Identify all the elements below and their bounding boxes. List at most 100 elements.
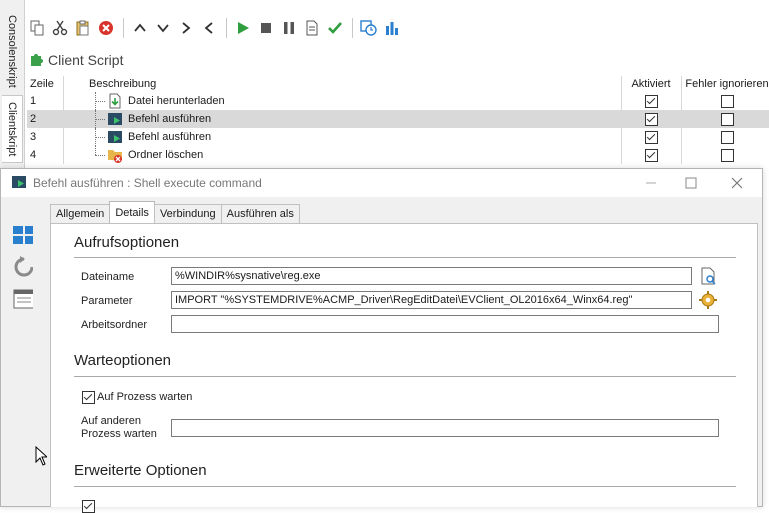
grid-divider bbox=[621, 76, 622, 164]
tab-verbindung[interactable]: Verbindung bbox=[153, 204, 222, 223]
dialog-titlebar[interactable]: Befehl ausführen : Shell execute command bbox=[1, 169, 762, 197]
toolbar-separator bbox=[352, 18, 353, 38]
arbeitsordner-label: Arbeitsordner bbox=[81, 319, 148, 331]
run-icon[interactable] bbox=[232, 17, 254, 39]
aktiviert-checkbox[interactable] bbox=[644, 148, 658, 162]
header-fehler-ignorieren[interactable]: Fehler ignorieren bbox=[685, 76, 769, 92]
fehler-ignorieren-checkbox[interactable] bbox=[720, 148, 734, 162]
windows-icon[interactable] bbox=[13, 225, 33, 245]
fehler-ignorieren-checkbox[interactable] bbox=[720, 130, 734, 144]
dateiname-label: Dateiname bbox=[81, 271, 135, 283]
indent-icon[interactable] bbox=[175, 17, 197, 39]
tab-clientskript[interactable]: Clientskript bbox=[2, 95, 23, 163]
aktiviert-cell bbox=[625, 110, 677, 128]
tab-allgemein[interactable]: Allgemein bbox=[50, 204, 111, 223]
stop-icon[interactable] bbox=[255, 17, 277, 39]
tree-connector bbox=[91, 128, 107, 146]
row-number: 4 bbox=[30, 149, 37, 161]
anderer-prozess-field[interactable] bbox=[171, 419, 719, 437]
client-script-title: Client Script bbox=[48, 52, 124, 68]
mouse-cursor-icon bbox=[35, 445, 49, 469]
row-description: Befehl ausführen bbox=[107, 128, 637, 146]
check-icon[interactable] bbox=[324, 17, 346, 39]
cut-icon[interactable] bbox=[49, 17, 71, 39]
aktiviert-cell bbox=[625, 128, 677, 146]
header-zeile[interactable]: Zeile bbox=[27, 76, 66, 92]
row-description: Datei herunterladen bbox=[107, 92, 637, 110]
fehler-ignorieren-checkbox[interactable] bbox=[720, 94, 734, 108]
paste-icon[interactable] bbox=[72, 17, 94, 39]
tab-details[interactable]: Details bbox=[109, 201, 155, 223]
script-grid: Zeile Beschreibung Aktiviert Fehler igno… bbox=[27, 76, 769, 164]
section-divider bbox=[74, 486, 736, 487]
close-icon[interactable] bbox=[717, 169, 757, 197]
aktiviert-checkbox[interactable] bbox=[644, 94, 658, 108]
shell-execute-dialog: Befehl ausführen : Shell execute command… bbox=[0, 168, 763, 513]
tab-consolenskript[interactable]: Consolenskript bbox=[2, 10, 22, 92]
row-description: Ordner löschen bbox=[107, 146, 637, 164]
header-beschreibung[interactable]: Beschreibung bbox=[89, 76, 619, 92]
grid-header: Zeile Beschreibung Aktiviert Fehler igno… bbox=[27, 76, 769, 92]
tree-connector bbox=[91, 110, 107, 128]
reset-icon[interactable] bbox=[13, 256, 33, 277]
details-panel: Aufrufsoptionen Dateiname %WINDIR%sysnat… bbox=[50, 223, 758, 513]
schedule-icon[interactable] bbox=[358, 17, 380, 39]
table-row[interactable]: 1 Datei herunterladen bbox=[27, 92, 769, 110]
row-description-text: Befehl ausführen bbox=[128, 131, 212, 143]
prozess-warten-label: Prozess warten bbox=[81, 428, 157, 440]
tab-consolenskript-label: Consolenskript bbox=[6, 14, 18, 88]
tab-ausfuehren-als[interactable]: Ausführen als bbox=[220, 204, 300, 223]
tree-connector bbox=[91, 92, 107, 110]
fehler-ignorieren-cell bbox=[685, 128, 769, 146]
maximize-icon[interactable] bbox=[671, 169, 711, 197]
erweitert-option-checkbox[interactable] bbox=[82, 500, 95, 513]
auf-prozess-warten-label: Auf Prozess warten bbox=[97, 391, 193, 403]
client-script-header: Client Script bbox=[28, 50, 123, 70]
toolbar-separator bbox=[123, 18, 124, 38]
statistics-icon[interactable] bbox=[381, 17, 403, 39]
puzzle-icon bbox=[28, 51, 44, 70]
aktiviert-checkbox[interactable] bbox=[644, 112, 658, 126]
pause-icon[interactable] bbox=[278, 17, 300, 39]
section-divider bbox=[74, 376, 736, 377]
row-description-text: Befehl ausführen bbox=[128, 113, 212, 125]
aktiviert-cell bbox=[625, 92, 677, 110]
table-row[interactable]: 3 Befehl ausführen bbox=[27, 128, 769, 146]
move-up-icon[interactable] bbox=[129, 17, 151, 39]
browse-file-icon[interactable] bbox=[698, 266, 718, 286]
section-warteoptionen: Warteoptionen bbox=[74, 352, 172, 369]
copy-icon[interactable] bbox=[26, 17, 48, 39]
row-description-text: Ordner löschen bbox=[128, 149, 204, 161]
table-row[interactable]: 4 Ordner löschen bbox=[27, 146, 769, 164]
grid-rows: 1 Datei herunterladen 2 Befehl ausführen 3 Be… bbox=[27, 92, 769, 164]
gear-icon[interactable] bbox=[698, 290, 718, 310]
row-number: 3 bbox=[30, 131, 37, 143]
dialog-title: Befehl ausführen : Shell execute command bbox=[33, 176, 262, 190]
outdent-icon[interactable] bbox=[198, 17, 220, 39]
aktiviert-checkbox[interactable] bbox=[644, 130, 658, 144]
parameter-label: Parameter bbox=[81, 295, 133, 307]
dateiname-field[interactable]: %WINDIR%sysnative\reg.exe bbox=[171, 267, 692, 285]
grid-divider bbox=[681, 76, 682, 164]
section-erweiterte-optionen: Erweiterte Optionen bbox=[74, 462, 207, 479]
fehler-ignorieren-cell bbox=[685, 146, 769, 164]
minimize-icon[interactable] bbox=[631, 169, 671, 197]
aktiviert-cell bbox=[625, 146, 677, 164]
row-number: 2 bbox=[30, 113, 37, 125]
fehler-ignorieren-checkbox[interactable] bbox=[720, 112, 734, 126]
row-description-text: Datei herunterladen bbox=[128, 95, 225, 107]
arbeitsordner-field[interactable] bbox=[171, 315, 719, 333]
delete-icon[interactable] bbox=[95, 17, 117, 39]
shell-execute-icon bbox=[107, 129, 123, 145]
auf-prozess-warten-checkbox[interactable] bbox=[82, 391, 95, 404]
header-aktiviert[interactable]: Aktiviert bbox=[625, 76, 677, 92]
grid-divider bbox=[63, 76, 64, 164]
fehler-ignorieren-cell bbox=[685, 110, 769, 128]
table-row[interactable]: 2 Befehl ausführen bbox=[27, 110, 769, 128]
report-icon[interactable] bbox=[301, 17, 323, 39]
auf-anderen-label: Auf anderen bbox=[81, 415, 141, 427]
move-down-icon[interactable] bbox=[152, 17, 174, 39]
document-icon[interactable] bbox=[13, 289, 33, 309]
delete-folder-icon bbox=[107, 147, 123, 163]
parameter-field[interactable]: IMPORT "%SYSTEMDRIVE%ACMP_Driver\RegEdit… bbox=[171, 291, 692, 309]
